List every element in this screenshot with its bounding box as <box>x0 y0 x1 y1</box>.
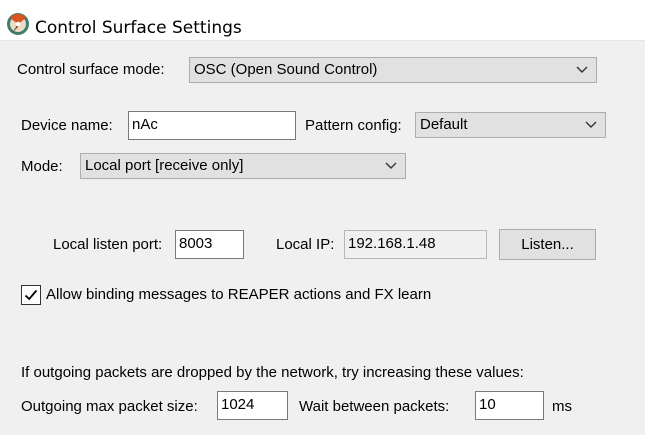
checkmark-icon <box>24 289 38 301</box>
listen-port-value: 8003 <box>179 235 213 252</box>
wait-field[interactable]: 10 <box>475 391 544 420</box>
listen-button[interactable]: Listen... <box>499 229 596 260</box>
binding-checkbox[interactable] <box>21 285 41 305</box>
surface-mode-label: Control surface mode: <box>17 61 165 78</box>
window-title: Control Surface Settings <box>35 18 242 38</box>
pattern-config-label: Pattern config: <box>305 117 402 134</box>
mode-select[interactable]: Local port [receive only] <box>80 153 406 179</box>
title-bar: Control Surface Settings <box>0 0 645 41</box>
outgoing-note: If outgoing packets are dropped by the n… <box>21 364 524 381</box>
pattern-config-value: Default <box>420 116 468 133</box>
reaper-logo-icon <box>7 13 29 35</box>
surface-mode-select[interactable]: OSC (Open Sound Control) <box>189 57 597 83</box>
listen-port-field[interactable]: 8003 <box>175 230 244 259</box>
mode-label: Mode: <box>21 158 63 175</box>
chevron-down-icon <box>576 66 588 73</box>
pattern-config-select[interactable]: Default <box>415 112 606 138</box>
wait-value: 10 <box>479 396 496 413</box>
local-ip-label: Local IP: <box>276 236 335 253</box>
listen-port-label: Local listen port: <box>53 236 163 253</box>
surface-mode-value: OSC (Open Sound Control) <box>194 61 378 78</box>
max-packet-field[interactable]: 1024 <box>217 391 288 420</box>
wait-unit: ms <box>552 398 572 415</box>
local-ip-field: 192.168.1.48 <box>344 230 487 259</box>
device-name-field[interactable]: nAc <box>128 111 296 140</box>
mode-value: Local port [receive only] <box>85 157 244 174</box>
max-packet-value: 1024 <box>221 396 255 413</box>
chevron-down-icon <box>385 162 397 169</box>
local-ip-value: 192.168.1.48 <box>348 235 436 252</box>
binding-label[interactable]: Allow binding messages to REAPER actions… <box>46 285 431 305</box>
max-packet-label: Outgoing max packet size: <box>21 398 198 415</box>
chevron-down-icon <box>585 121 597 128</box>
device-name-value: nAc <box>132 116 158 133</box>
wait-label: Wait between packets: <box>299 398 450 415</box>
device-name-label: Device name: <box>21 117 113 134</box>
